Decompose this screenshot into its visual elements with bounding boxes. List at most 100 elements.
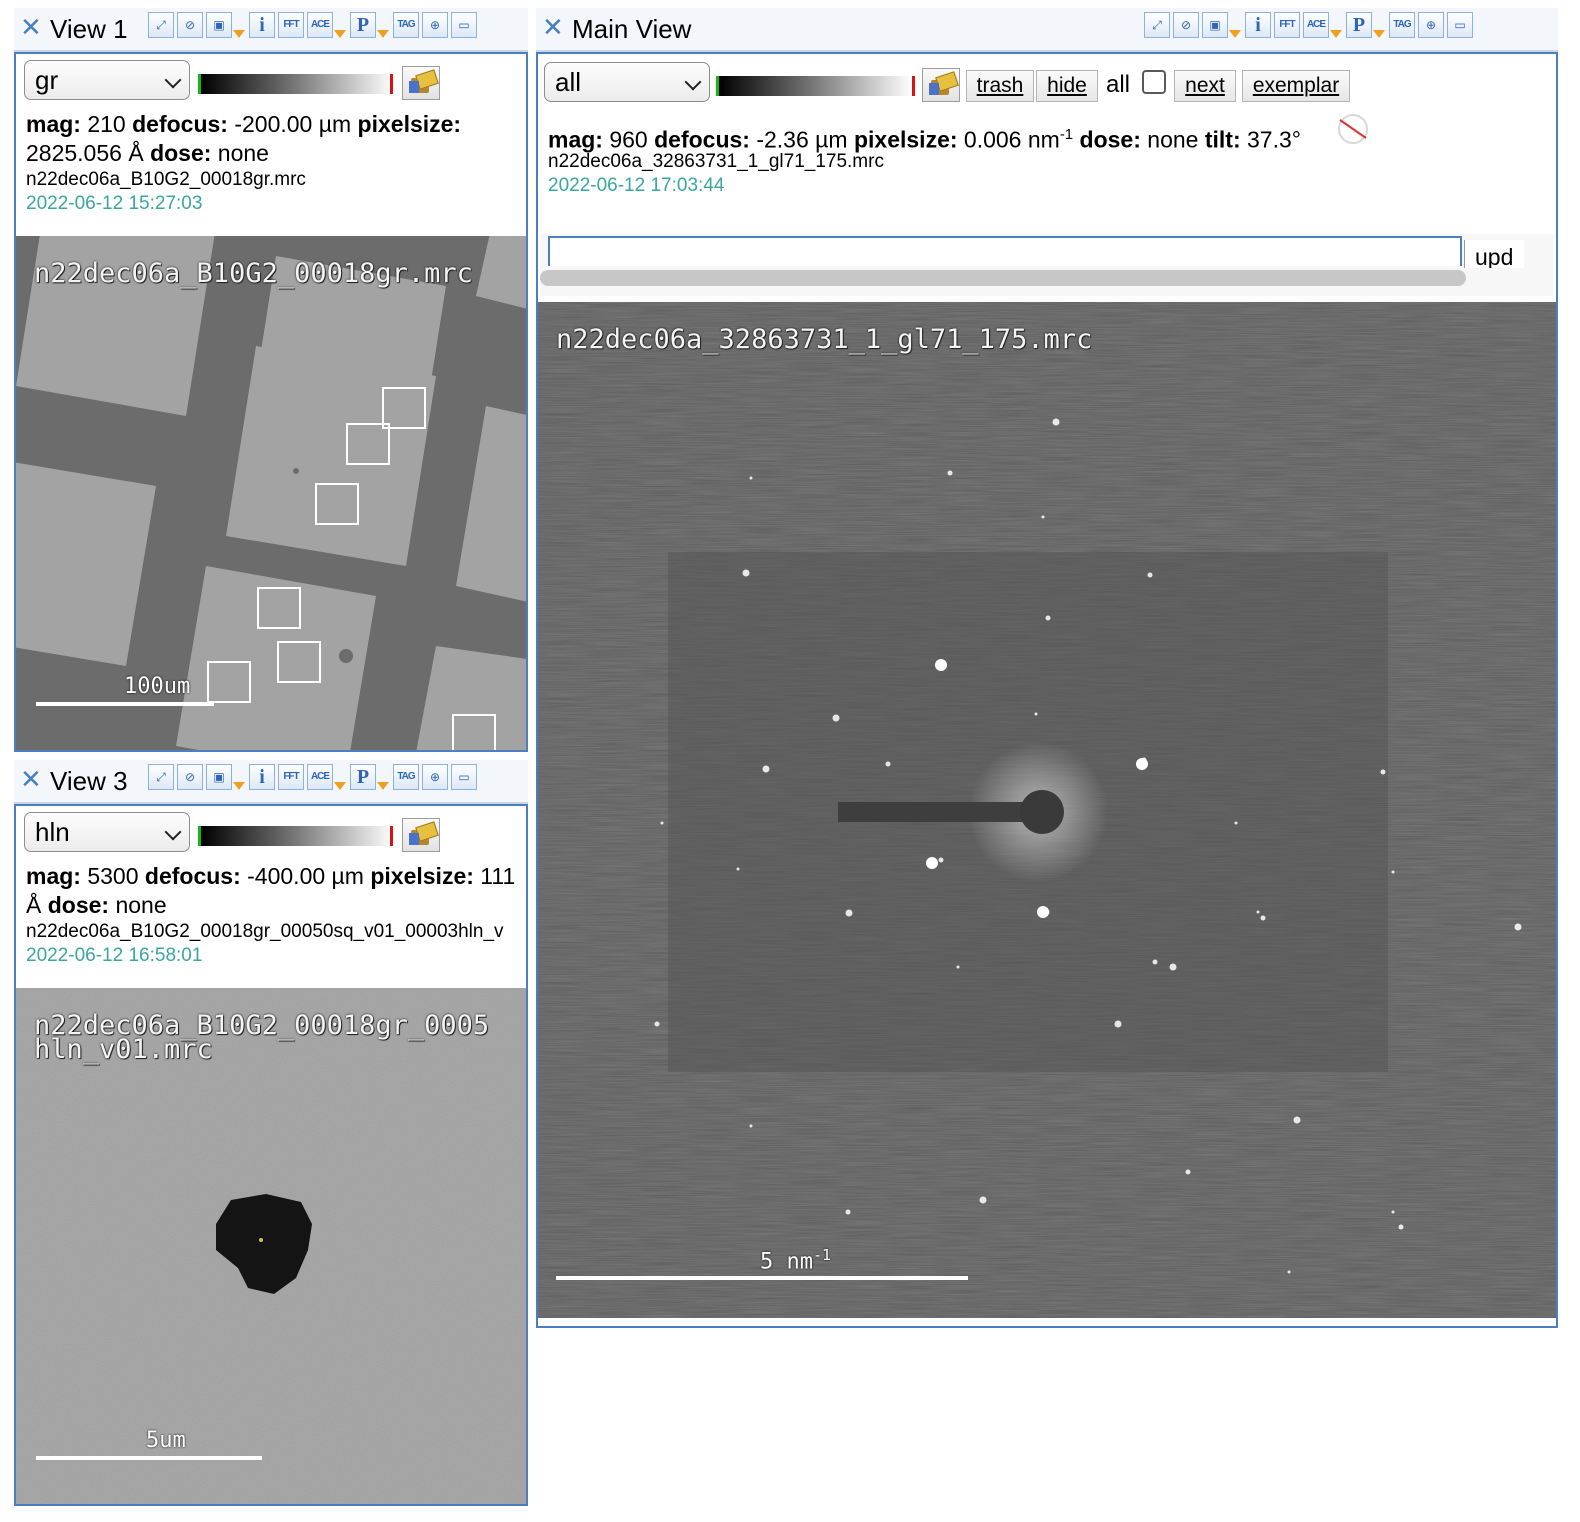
dose-value: none xyxy=(1147,126,1199,153)
tag-icon[interactable]: TAG xyxy=(393,764,419,790)
crosshair-cancel-icon[interactable]: ⊘ xyxy=(177,764,203,790)
info-icon[interactable]: i xyxy=(1245,12,1271,38)
image-adjust-tool-icon[interactable] xyxy=(402,818,440,852)
crosshair-cancel-icon[interactable]: ⊘ xyxy=(1173,12,1199,38)
dropdown-arrow-icon[interactable] xyxy=(233,782,245,790)
contrast-max-handle[interactable] xyxy=(912,76,915,96)
close-icon[interactable]: ✕ xyxy=(542,14,564,42)
image-adjust-tool-icon[interactable] xyxy=(402,66,440,100)
view1-toolbar: ⤢ ⊘ ▣ i FFT ACE P TAG ⊕ ▭ xyxy=(148,12,480,44)
scale-bar xyxy=(36,702,214,706)
main-view-image[interactable]: n22dec06a_32863731_1_gl71_175.mrc 5 nm-1 xyxy=(538,302,1556,1318)
mag-value: 210 xyxy=(87,111,126,137)
tilt-indicator-icon xyxy=(1338,114,1368,144)
panel-minimize-icon[interactable]: ▭ xyxy=(451,764,477,790)
dropdown-arrow-icon[interactable] xyxy=(1229,30,1241,38)
image-adjust-tool-icon[interactable] xyxy=(922,68,960,102)
main-view-toolbar: ⤢ ⊘ ▣ i FFT ACE P TAG ⊕ ▭ xyxy=(1144,12,1476,44)
save-icon[interactable]: ▣ xyxy=(206,764,232,790)
view3-info-line2: Å dose: none xyxy=(26,892,167,918)
image-filename-overlay-line2: hln_v01.mrc xyxy=(34,1034,213,1065)
preset-select[interactable]: gr xyxy=(24,60,190,100)
view3-image[interactable]: n22dec06a_B10G2_00018gr_0005 hln_v01.mrc… xyxy=(16,988,526,1504)
view1-image[interactable]: n22dec06a_B10G2_00018gr.mrc 100um xyxy=(16,236,526,750)
p-icon[interactable]: P xyxy=(1346,12,1372,38)
target-icon[interactable]: ⊕ xyxy=(1418,12,1444,38)
hide-button[interactable]: hide xyxy=(1036,70,1098,102)
view1-title: View 1 xyxy=(50,14,128,44)
contrast-slider[interactable] xyxy=(198,74,394,94)
target-icon[interactable]: ⊕ xyxy=(422,12,448,38)
close-icon[interactable]: ✕ xyxy=(20,766,42,794)
pixelsize-value: 0.006 nm xyxy=(963,126,1060,153)
mag-value: 5300 xyxy=(87,863,139,889)
view3-toolbar: ⤢ ⊘ ▣ i FFT ACE P TAG ⊕ ▭ xyxy=(148,764,480,796)
filename: n22dec06a_32863731_1_gl71_175.mrc xyxy=(548,151,884,172)
all-checkbox[interactable] xyxy=(1142,70,1166,94)
comment-input-area: upd xyxy=(540,234,1554,296)
info-icon[interactable]: i xyxy=(249,764,275,790)
exemplar-button[interactable]: exemplar xyxy=(1242,70,1350,102)
trash-button[interactable]: trash xyxy=(966,70,1034,102)
dropdown-arrow-icon[interactable] xyxy=(334,782,346,790)
dropdown-arrow-icon[interactable] xyxy=(233,30,245,38)
panel-minimize-icon[interactable]: ▭ xyxy=(451,12,477,38)
preset-select[interactable]: hln xyxy=(24,812,190,852)
close-icon[interactable]: ✕ xyxy=(20,14,42,42)
view3-info: mag: 5300 defocus: -400.00 µm pixelsize:… xyxy=(26,863,516,889)
view1-panel: ✕ View 1 ⤢ ⊘ ▣ i FFT ACE P TAG ⊕ ▭ gr mag: 210 de… xyxy=(14,8,528,752)
dropdown-arrow-icon[interactable] xyxy=(1373,30,1385,38)
preset-select-value: gr xyxy=(35,65,59,95)
p-icon[interactable]: P xyxy=(350,12,376,38)
scale-bar-label: 5um xyxy=(146,1428,186,1453)
p-icon[interactable]: P xyxy=(350,764,376,790)
contrast-max-handle[interactable] xyxy=(390,826,393,846)
ace-icon[interactable]: ACE xyxy=(307,12,333,38)
tag-icon[interactable]: TAG xyxy=(393,12,419,38)
timestamp: 2022-06-12 17:03:44 xyxy=(548,175,725,196)
target-icon[interactable]: ⊕ xyxy=(422,764,448,790)
fft-icon[interactable]: FFT xyxy=(278,12,304,38)
pixelsize-value: 111 xyxy=(480,863,516,889)
tag-icon[interactable]: TAG xyxy=(1389,12,1415,38)
ace-icon[interactable]: ACE xyxy=(307,764,333,790)
contrast-slider[interactable] xyxy=(716,76,912,96)
all-label: all xyxy=(1106,71,1131,98)
defocus-value: -400.00 µm xyxy=(247,863,364,889)
horizontal-scrollbar[interactable] xyxy=(540,270,1466,286)
view1-titlebar: ✕ View 1 ⤢ ⊘ ▣ i FFT ACE P TAG ⊕ ▭ xyxy=(14,8,528,52)
save-icon[interactable]: ▣ xyxy=(1202,12,1228,38)
dropdown-arrow-icon[interactable] xyxy=(377,30,389,38)
scale-bar xyxy=(556,1276,968,1280)
view3-titlebar: ✕ View 3 ⤢ ⊘ ▣ i FFT ACE P TAG ⊕ ▭ xyxy=(14,760,528,804)
contrast-slider[interactable] xyxy=(198,826,394,846)
preset-select[interactable]: all xyxy=(544,62,710,102)
main-view-titlebar: ✕ Main View ⤢ ⊘ ▣ i FFT ACE P TAG ⊕ ▭ xyxy=(536,8,1558,52)
chevron-down-icon xyxy=(164,823,182,841)
image-filename-overlay: n22dec06a_32863731_1_gl71_175.mrc xyxy=(556,324,1093,355)
crosshair-cancel-icon[interactable]: ⊘ xyxy=(177,12,203,38)
dropdown-arrow-icon[interactable] xyxy=(377,782,389,790)
dose-value: none xyxy=(217,140,269,166)
zoom-fit-icon[interactable]: ⤢ xyxy=(148,764,174,790)
comment-input[interactable] xyxy=(548,236,1462,266)
pixelsize-value: 2825.056 Å xyxy=(26,140,144,166)
fft-icon[interactable]: FFT xyxy=(1274,12,1300,38)
grid-atlas-image xyxy=(16,236,526,750)
zoom-fit-icon[interactable]: ⤢ xyxy=(1144,12,1170,38)
dropdown-arrow-icon[interactable] xyxy=(334,30,346,38)
info-icon[interactable]: i xyxy=(249,12,275,38)
save-icon[interactable]: ▣ xyxy=(206,12,232,38)
panel-minimize-icon[interactable]: ▭ xyxy=(1447,12,1473,38)
fft-icon[interactable]: FFT xyxy=(278,764,304,790)
ace-icon[interactable]: ACE xyxy=(1303,12,1329,38)
timestamp: 2022-06-12 16:58:01 xyxy=(26,945,203,966)
next-button[interactable]: next xyxy=(1174,70,1236,102)
contrast-max-handle[interactable] xyxy=(390,74,393,94)
zoom-fit-icon[interactable]: ⤢ xyxy=(148,12,174,38)
dropdown-arrow-icon[interactable] xyxy=(1330,30,1342,38)
update-button[interactable]: upd xyxy=(1464,240,1524,268)
chevron-down-icon xyxy=(164,71,182,89)
mag-value: 960 xyxy=(609,126,648,153)
view3-body: hln mag: 5300 defocus: -400.00 µm pixels… xyxy=(14,804,528,1506)
